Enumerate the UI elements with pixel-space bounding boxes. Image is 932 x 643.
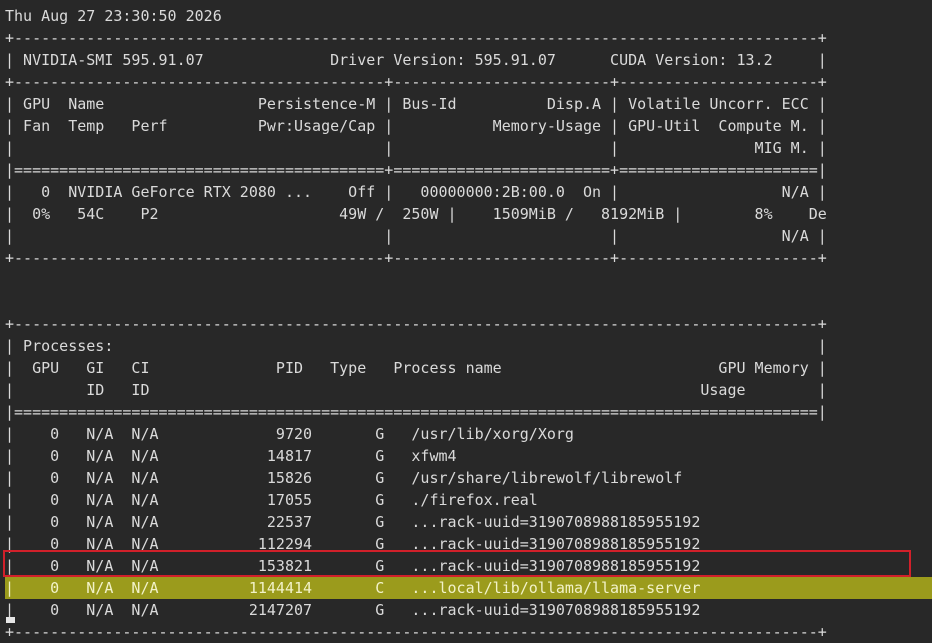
table-border: +---------------------------------------… xyxy=(5,315,827,333)
header-versions: | NVIDIA-SMI 595.91.07 Driver Version: 5… xyxy=(5,51,827,69)
terminal-cursor xyxy=(6,617,15,623)
column-headers: | Fan Temp Perf Pwr:Usage/Cap | Memory-U… xyxy=(5,117,827,135)
terminal-output: Thu Aug 27 23:30:50 2026 +--------------… xyxy=(5,5,932,643)
process-row: | 0 N/A N/A 14817 G xfwm4 xyxy=(5,447,827,465)
table-border: |=======================================… xyxy=(5,403,827,421)
table-border: +---------------------------------------… xyxy=(5,249,827,267)
gpu-row: | | | N/A | xyxy=(5,227,827,245)
process-row: | 0 N/A N/A 22537 G ...rack-uuid=3190708… xyxy=(5,513,827,531)
processes-title: | Processes: | xyxy=(5,337,827,355)
gpu-row: | 0% 54C P2 49W / 250W | 1509MiB / 8192M… xyxy=(5,205,827,223)
processes-headers: | GPU GI CI PID Type Process name GPU Me… xyxy=(5,359,827,377)
process-row: | 0 N/A N/A 112294 G ...rack-uuid=319070… xyxy=(5,535,827,553)
process-row: | 0 N/A N/A 9720 G /usr/lib/xorg/Xorg xyxy=(5,425,827,443)
table-border: +---------------------------------------… xyxy=(5,29,827,47)
process-row: | 0 N/A N/A 15826 G /usr/share/librewolf… xyxy=(5,469,827,487)
table-border: |=======================================… xyxy=(5,161,827,179)
table-border: +---------------------------------------… xyxy=(5,73,827,91)
process-row: | 0 N/A N/A 1144414 C ...local/lib/ollam… xyxy=(5,577,932,599)
nvidia-smi-table: +---------------------------------------… xyxy=(5,27,932,643)
process-row: | 0 N/A N/A 2147207 G ...rack-uuid=31907… xyxy=(5,601,827,619)
process-row: | 0 N/A N/A 17055 G ./firefox.real xyxy=(5,491,827,509)
process-row: | 0 N/A N/A 153821 G ...rack-uuid=319070… xyxy=(5,557,827,575)
column-headers: | GPU Name Persistence-M | Bus-Id Disp.A… xyxy=(5,95,827,113)
gpu-row: | 0 NVIDIA GeForce RTX 2080 ... Off | 00… xyxy=(5,183,827,201)
table-border: +---------------------------------------… xyxy=(5,623,827,641)
processes-headers: | ID ID Usage | xyxy=(5,381,827,399)
column-headers: | | | MIG M. | xyxy=(5,139,827,157)
timestamp: Thu Aug 27 23:30:50 2026 xyxy=(5,7,222,25)
